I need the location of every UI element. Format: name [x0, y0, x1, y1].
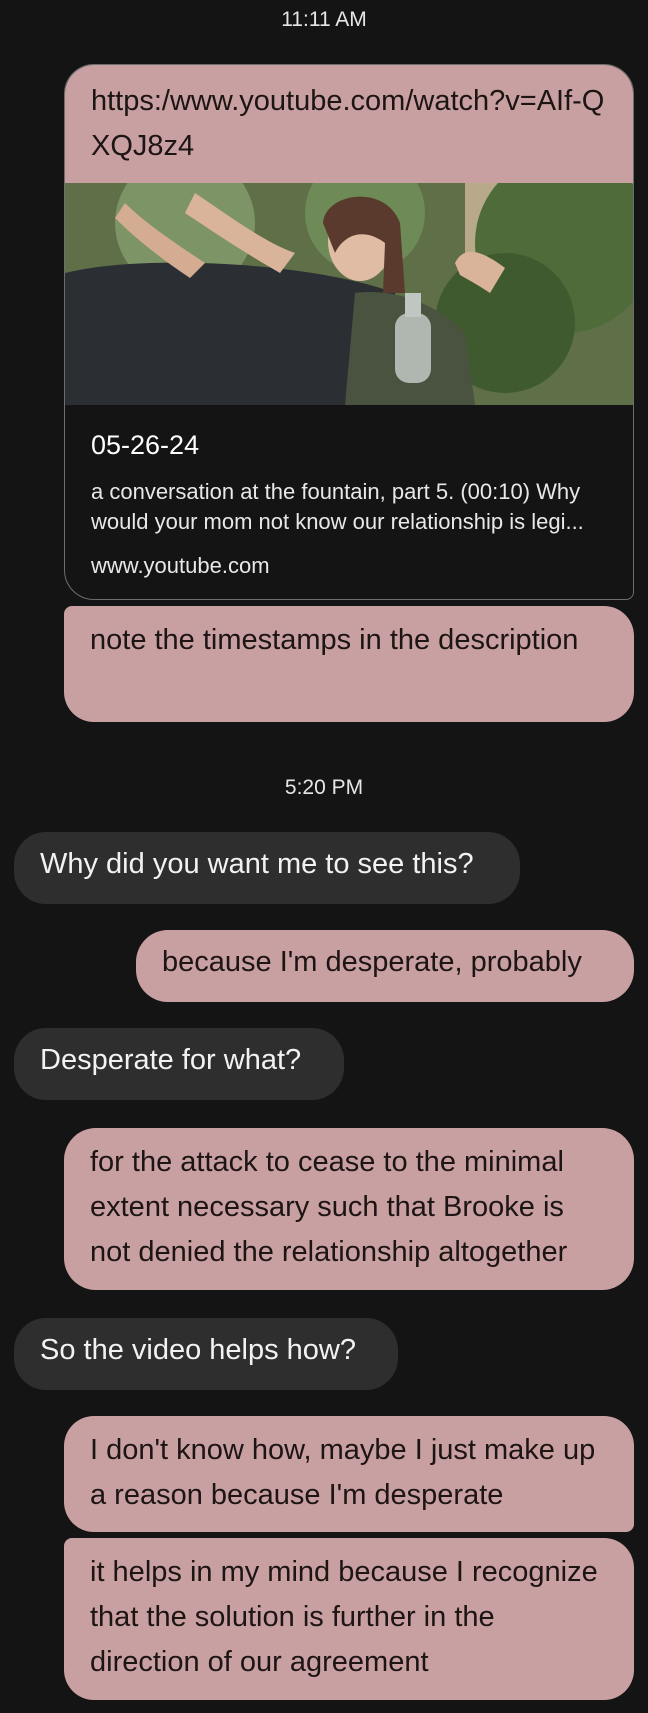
- link-url[interactable]: https:/www.youtube.com/watch?v=AIf-QXQJ8…: [65, 65, 633, 183]
- link-title: 05-26-24: [91, 430, 200, 460]
- video-thumbnail[interactable]: [65, 183, 633, 405]
- video-thumbnail-image: [65, 183, 633, 405]
- message-bubble-outgoing[interactable]: I don't know how, maybe I just make up a…: [64, 1416, 634, 1532]
- message-bubble-incoming[interactable]: Desperate for what?: [14, 1028, 344, 1100]
- message-bubble-incoming[interactable]: Why did you want me to see this?: [14, 832, 520, 904]
- timestamp: 5:20 PM: [284, 776, 364, 799]
- message-bubble-outgoing[interactable]: note the timestamps in the description: [64, 606, 634, 722]
- message-bubble-outgoing[interactable]: because I'm desperate, probably: [136, 930, 634, 1002]
- link-domain: www.youtube.com: [91, 553, 270, 578]
- timestamp: 11:11 AM: [281, 8, 367, 31]
- message-bubble-outgoing[interactable]: it helps in my mind because I recognize …: [64, 1538, 634, 1700]
- link-description: a conversation at the fountain, part 5. …: [91, 479, 584, 534]
- message-bubble-incoming[interactable]: So the video helps how?: [14, 1318, 398, 1390]
- link-preview-card[interactable]: https:/www.youtube.com/watch?v=AIf-QXQJ8…: [64, 64, 634, 600]
- message-bubble-outgoing[interactable]: for the attack to cease to the minimal e…: [64, 1128, 634, 1290]
